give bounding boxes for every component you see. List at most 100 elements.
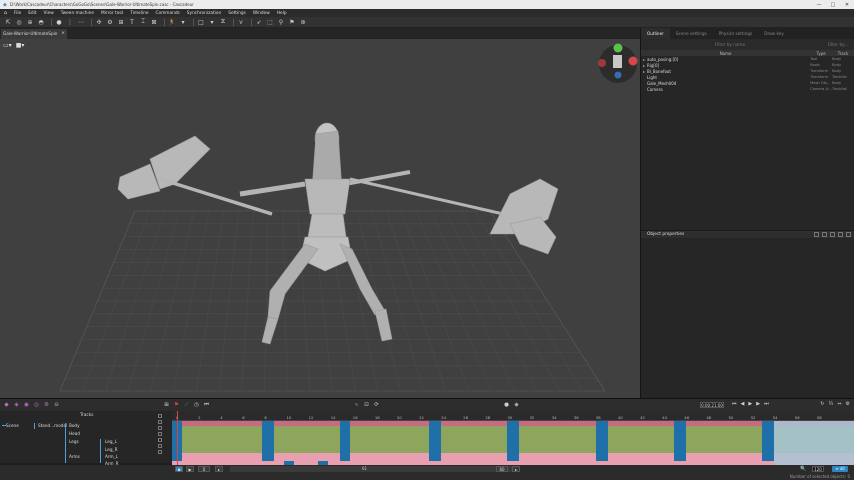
column-type[interactable]: Type <box>810 51 832 56</box>
menu-commands[interactable]: Commands <box>155 11 179 16</box>
interval-icon[interactable]: ⌶ <box>139 18 147 26</box>
range-toggle-button[interactable]: ◆ <box>175 466 183 472</box>
home-icon[interactable]: ⌂ <box>2 10 9 16</box>
running-figure-icon[interactable]: 🏃 <box>168 18 176 26</box>
tag-icon[interactable]: ⊛ <box>299 18 307 26</box>
range-end-field[interactable]: 60 <box>496 466 508 472</box>
camera-icon[interactable]: ■▾ <box>16 42 25 49</box>
fulcrum-icon[interactable]: ⊞ <box>117 18 125 26</box>
auto-icon[interactable]: ⊖ <box>53 402 60 409</box>
track-checkbox[interactable] <box>158 420 162 424</box>
track-leg-l[interactable]: Leg_L <box>105 439 117 444</box>
outliner-row[interactable]: Camera Camera (t... Tracklist <box>641 86 854 92</box>
box-icon[interactable]: □ <box>197 18 205 26</box>
column-track[interactable]: Track <box>832 51 854 56</box>
autophysics-icon[interactable]: ⚙ <box>106 18 114 26</box>
key-frame-bar[interactable] <box>507 421 519 461</box>
tab-outliner[interactable]: Outliner <box>641 28 670 39</box>
first-frame-icon[interactable]: ⏮ <box>732 401 737 407</box>
key-frame-bar[interactable] <box>596 421 608 461</box>
flag-icon[interactable]: ⚑ <box>173 402 180 409</box>
track-arm-l[interactable]: Arm_L <box>105 454 118 459</box>
track-checkbox[interactable] <box>158 444 162 448</box>
menu-synchronization[interactable]: Synchronization <box>187 11 221 16</box>
track-checkbox[interactable] <box>158 438 162 442</box>
pin-icon[interactable]: ⚑ <box>288 18 296 26</box>
range-prev-button[interactable]: ▸ <box>215 466 223 472</box>
props-tool-icon[interactable] <box>846 232 851 237</box>
settings-icon[interactable]: ⚙ <box>846 401 850 407</box>
key-frame-bar[interactable] <box>429 421 441 461</box>
wand-icon[interactable]: ⚲ <box>277 18 285 26</box>
tab-physics-settings[interactable]: Physics settings <box>713 28 759 39</box>
props-tool-icon[interactable] <box>814 232 819 237</box>
menu-help[interactable]: Help <box>277 11 287 16</box>
graph-icon[interactable]: ⟋ <box>183 402 190 409</box>
props-tool-icon[interactable] <box>830 232 835 237</box>
ik-icon[interactable]: ⊠ <box>150 18 158 26</box>
last-frame-icon[interactable]: ⏭ <box>764 401 769 407</box>
menu-mirror-tool[interactable]: Mirror tool <box>101 11 123 16</box>
key-frame-bar[interactable] <box>674 421 686 461</box>
zoom-icon[interactable]: 🔍 <box>800 466 806 472</box>
loop-icon[interactable]: ⟳ <box>373 402 380 409</box>
dots-icon[interactable]: ⋮ <box>66 18 74 26</box>
wing-icon[interactable]: ⋎ <box>237 18 245 26</box>
clock-icon[interactable]: ◷ <box>193 402 200 409</box>
menu-settings[interactable]: Settings <box>228 11 246 16</box>
diamond-icon[interactable]: ◆ <box>513 402 520 409</box>
select-mode-icon[interactable]: ⬚ <box>266 18 274 26</box>
track-legs[interactable]: Legs <box>69 439 79 444</box>
layers-icon[interactable]: ⊞ <box>163 402 170 409</box>
key-frame-bar[interactable] <box>762 421 774 461</box>
maximize-button[interactable]: □ <box>826 0 840 9</box>
dot-icon[interactable]: ● <box>503 402 510 409</box>
track-checkbox[interactable] <box>158 426 162 430</box>
local-global-icon[interactable]: ◎ <box>15 18 23 26</box>
timeline-scrollbar[interactable]: 61 <box>230 466 512 472</box>
text-tool-icon[interactable]: T <box>128 18 136 26</box>
point-icon[interactable]: ● <box>55 18 63 26</box>
track-checkbox[interactable] <box>158 414 162 418</box>
step-back-icon[interactable]: ⏮ <box>203 402 210 409</box>
chevron-down-icon[interactable]: ▾ <box>208 18 216 26</box>
prev-key-icon[interactable]: ◀ <box>741 401 745 407</box>
playhead[interactable] <box>177 411 178 466</box>
navigation-gizmo[interactable] <box>596 42 640 86</box>
close-window-button[interactable]: ✕ <box>840 0 854 9</box>
menu-tween-machine[interactable]: Tween machine <box>61 11 94 16</box>
tab-draw-key[interactable]: Draw key <box>758 28 790 39</box>
range-start-field[interactable]: 0 <box>198 466 210 472</box>
props-tool-icon[interactable] <box>822 232 827 237</box>
tab-scene[interactable]: Gale-Warrior-UltimateSpin × <box>1 29 67 39</box>
range-lock-button[interactable]: ▶ <box>186 466 194 472</box>
range-next-button[interactable]: ▸ <box>512 466 520 472</box>
marker-icon[interactable]: ⊡ <box>363 402 370 409</box>
pivot-icon[interactable]: ⊕ <box>26 18 34 26</box>
menu-timeline[interactable]: Timeline <box>130 11 148 16</box>
key-icon[interactable]: ◆ <box>3 402 10 409</box>
close-tab-icon[interactable]: × <box>61 31 65 36</box>
track-scene[interactable]: Scene <box>6 423 19 428</box>
tab-scene-settings[interactable]: Scene settings <box>670 28 713 39</box>
fixed-icon[interactable]: ◉ <box>23 402 30 409</box>
next-key-icon[interactable]: ▶ <box>756 401 760 407</box>
play-icon[interactable]: ▶ <box>748 401 752 407</box>
arrow-pick-icon[interactable]: ➶ <box>255 18 263 26</box>
speed-icon[interactable]: ½ <box>828 401 833 407</box>
track-checkbox[interactable] <box>158 432 162 436</box>
key-frame-bar[interactable] <box>262 421 274 461</box>
zoom-fit-icon[interactable]: ⇔ <box>837 401 841 407</box>
timeline-lanes[interactable] <box>172 421 854 465</box>
menu-window[interactable]: Window <box>253 11 270 16</box>
zoom-field[interactable]: 120 <box>812 466 824 472</box>
track-body[interactable]: Body <box>69 423 80 428</box>
rig-icon[interactable]: ✣ <box>95 18 103 26</box>
track-checkbox[interactable] <box>158 450 162 454</box>
timecode-display[interactable]: 0:00:21:00 <box>700 402 724 408</box>
curve-icon[interactable]: ∿ <box>353 402 360 409</box>
grid-snap-icon[interactable]: ⋯ <box>77 18 85 26</box>
minimize-button[interactable]: — <box>812 0 826 9</box>
track-arms[interactable]: Arms <box>69 454 80 459</box>
menu-edit[interactable]: Edit <box>28 11 36 16</box>
